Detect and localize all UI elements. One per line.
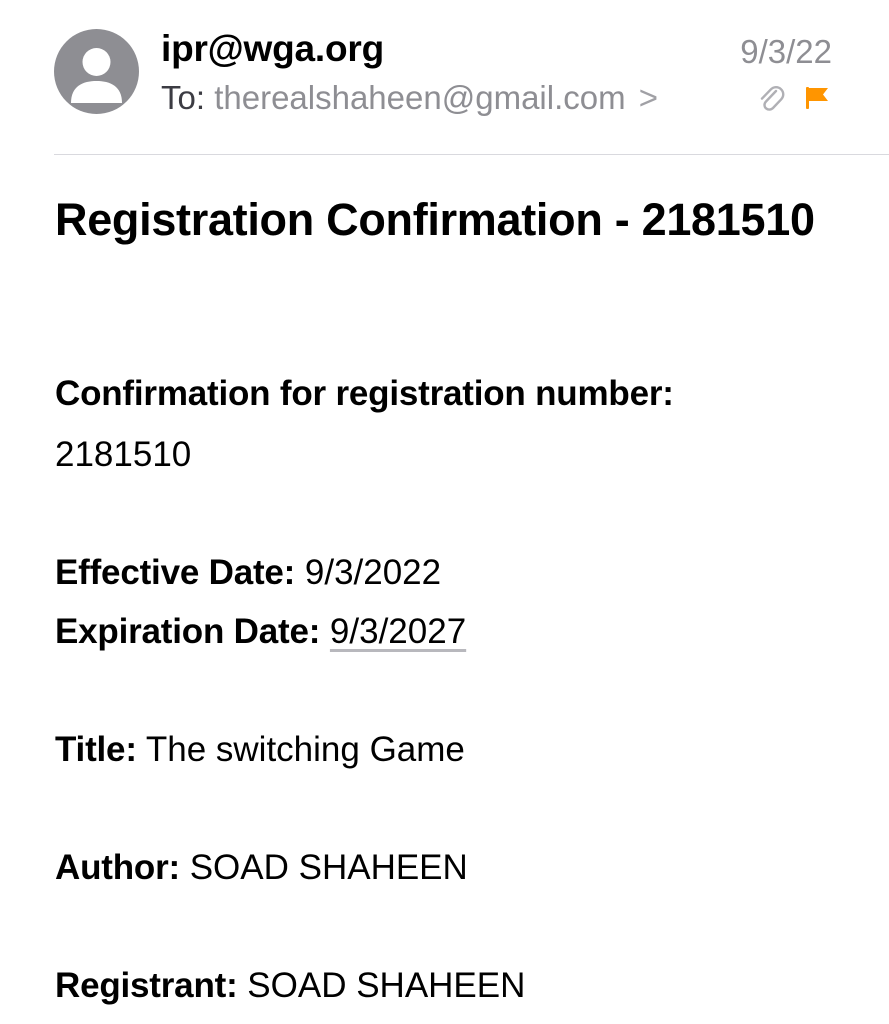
registration-number: 2181510 xyxy=(55,435,192,474)
effective-date-label: Effective Date: xyxy=(55,553,296,592)
title-line: Title: The switching Game xyxy=(55,728,465,772)
avatar[interactable] xyxy=(54,29,139,114)
expiration-date-label: Expiration Date: xyxy=(55,612,321,651)
recipient-address[interactable]: therealshaheen@gmail.com xyxy=(214,79,625,116)
email-date: 9/3/22 xyxy=(740,33,832,70)
author-value: SOAD SHAHEEN xyxy=(189,848,468,887)
paperclip-icon xyxy=(760,86,785,111)
author-line: Author: SOAD SHAHEEN xyxy=(55,846,468,890)
effective-date-value: 9/3/2022 xyxy=(304,553,442,592)
person-icon xyxy=(71,48,122,103)
recipient-row[interactable]: To: therealshaheen@gmail.com > xyxy=(161,79,658,117)
flag-icon xyxy=(806,87,828,109)
to-label: To: xyxy=(161,79,206,116)
expiration-date-link[interactable]: 9/3/2027 xyxy=(330,612,466,651)
email-view: ipr@wga.org To: therealshaheen@gmail.com… xyxy=(0,0,889,1024)
expiration-date-line: Expiration Date: 9/3/2027 xyxy=(55,610,466,654)
email-subject: Registration Confirmation - 2181510 xyxy=(55,194,815,245)
confirmation-label: Confirmation for registration number: xyxy=(55,374,674,413)
registrant-label: Registrant: xyxy=(55,966,238,1005)
header-divider xyxy=(54,154,889,155)
author-label: Author: xyxy=(55,848,180,887)
registrant-value: SOAD SHAHEEN xyxy=(247,966,526,1005)
confirmation-line: Confirmation for registration number: xyxy=(55,372,674,416)
title-label: Title: xyxy=(55,730,137,769)
chevron-right-icon[interactable]: > xyxy=(639,79,658,116)
registrant-line: Registrant: SOAD SHAHEEN xyxy=(55,964,525,1008)
title-value: The switching Game xyxy=(145,730,465,769)
effective-date-line: Effective Date: 9/3/2022 xyxy=(55,551,441,595)
sender-address[interactable]: ipr@wga.org xyxy=(161,28,384,70)
